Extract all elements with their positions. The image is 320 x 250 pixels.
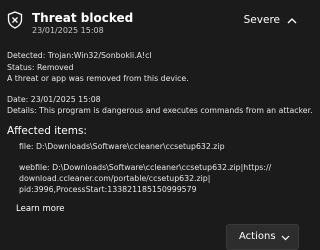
threat-title: Threat blocked (32, 11, 134, 25)
threat-details: Detected: Trojan:Win32/Sonbokli.A!cl Sta… (7, 50, 313, 117)
affected-webfile-line3: pid:3996,ProcessStart:133821185150999579 (19, 185, 197, 194)
actions-label: Actions (239, 231, 276, 242)
details-line: Details: This program is dangerous and e… (7, 106, 313, 115)
date-line: Date: 23/01/2025 15:08 (7, 94, 101, 104)
affected-webfile-line2: download.ccleaner.com/portable/ccsetup63… (19, 174, 211, 183)
status-line: Status: Removed (7, 62, 74, 72)
learn-more-link[interactable]: Learn more (16, 204, 64, 215)
severity-label: Severe (243, 14, 280, 26)
detected-line: Detected: Trojan:Win32/Sonbokli.A!cl (7, 51, 152, 60)
affected-file: file: D:\Downloads\Software\ccleaner\ccs… (19, 142, 225, 151)
status-note: A threat or app was removed from this de… (7, 74, 189, 83)
shield-warning-icon (7, 11, 23, 29)
chevron-up-icon[interactable] (287, 17, 297, 24)
threat-datetime: 23/01/2025 15:08 (32, 26, 104, 35)
affected-items-heading: Affected items: (7, 125, 87, 137)
affected-webfile-line1: webfile: D:\Downloads\Software\ccleaner\… (19, 163, 272, 172)
actions-button[interactable]: Actions (226, 224, 299, 250)
affected-items-list: file: D:\Downloads\Software\ccleaner\ccs… (19, 141, 297, 195)
threat-header[interactable]: Threat blocked 23/01/2025 15:08 Severe (0, 0, 302, 42)
chevron-down-icon (281, 235, 290, 241)
